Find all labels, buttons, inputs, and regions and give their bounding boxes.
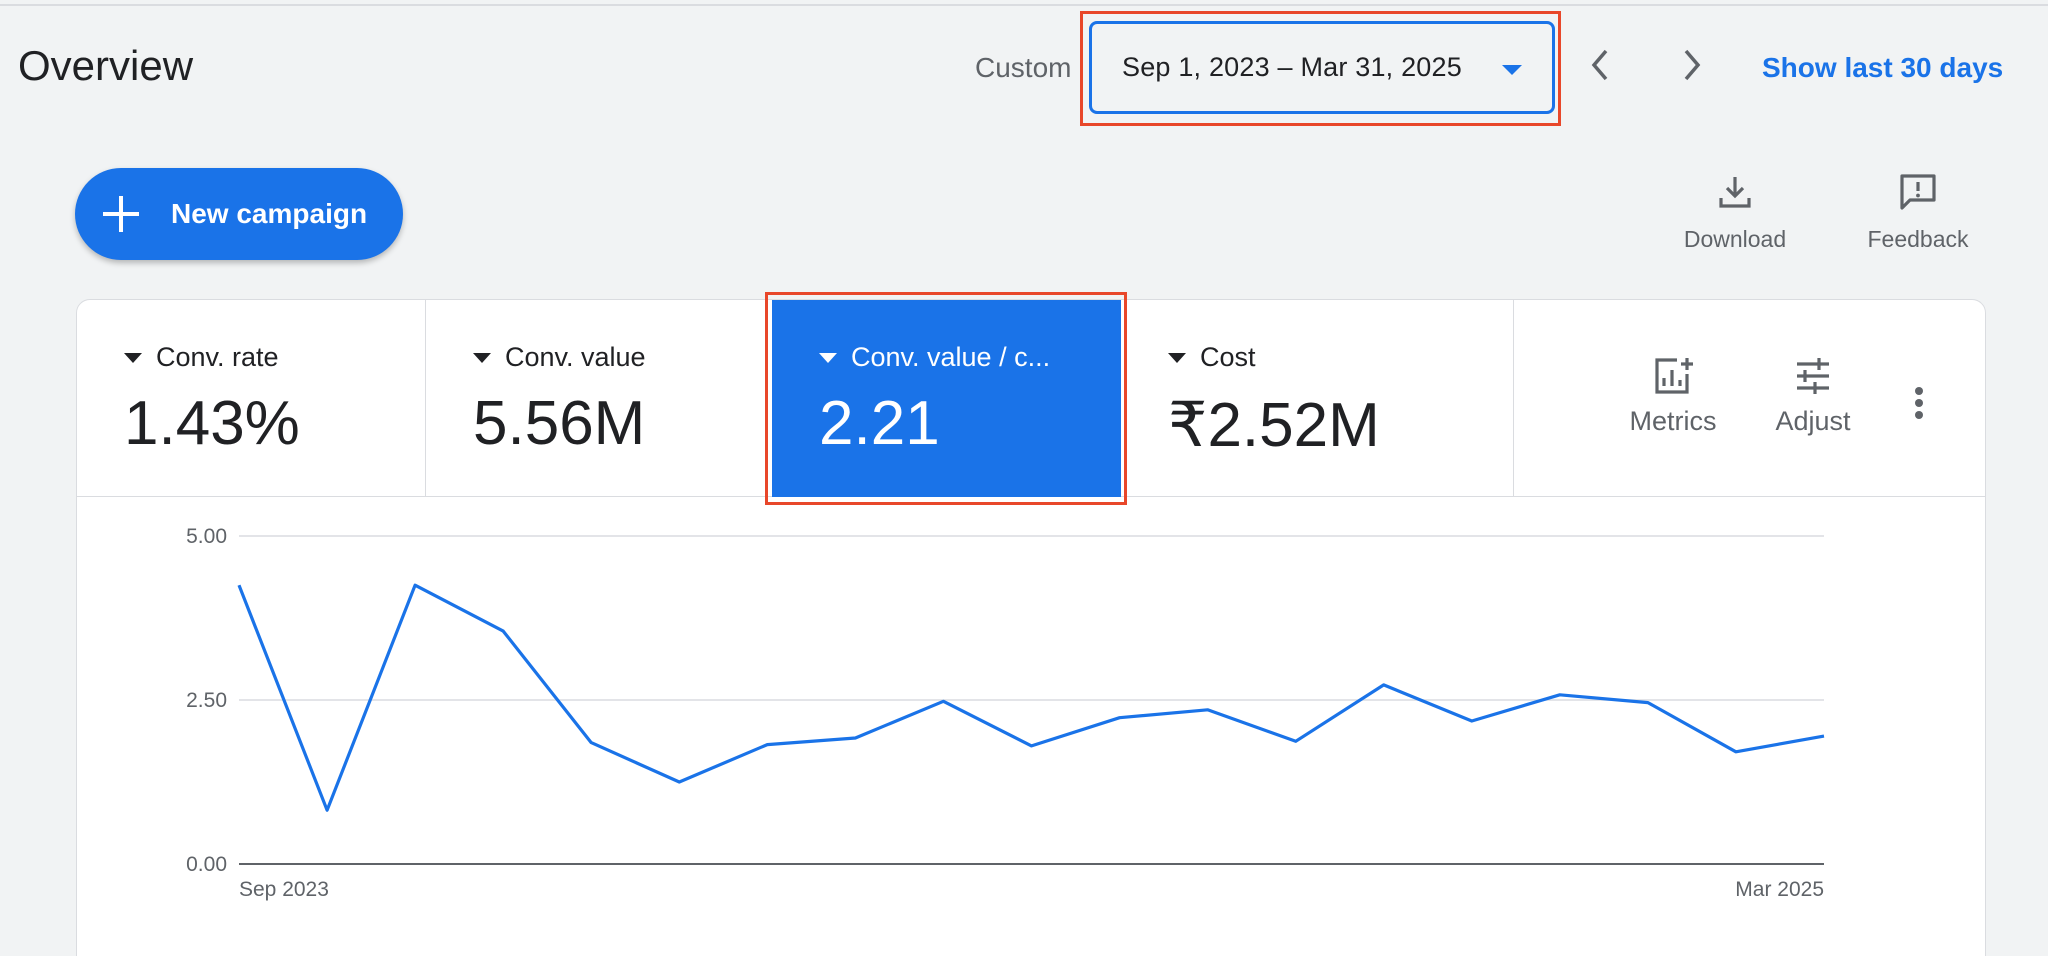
page-title: Overview [18, 42, 194, 89]
feedback-label: Feedback [1867, 226, 1969, 252]
chevron-left-icon [1591, 49, 1608, 81]
feedback-button[interactable]: Feedback [1858, 172, 1978, 253]
metric-tile-cost[interactable]: Cost ₹2.52M [1121, 300, 1514, 497]
new-campaign-button[interactable]: New campaign [75, 168, 403, 260]
metric-name: Conv. rate [156, 342, 279, 372]
y-tick-label: 5.00 [186, 525, 227, 548]
date-range-text: Sep 1, 2023 – Mar 31, 2025 [1122, 52, 1462, 82]
adjust-label: Adjust [1775, 406, 1851, 436]
metric-name: Conv. value [505, 342, 646, 372]
date-range-type-label: Custom [975, 52, 1072, 83]
series-line [237, 583, 1825, 812]
metric-value: ₹2.52M [1168, 391, 1380, 460]
more-options-button[interactable] [1899, 378, 1939, 428]
more-vert-icon [1915, 387, 1923, 419]
metric-dropdown-icon[interactable] [819, 352, 837, 363]
metric-value: 5.56M [473, 389, 646, 458]
new-campaign-label: New campaign [171, 198, 368, 229]
metric-dropdown-icon[interactable] [124, 352, 142, 363]
y-tick-label: 0.00 [186, 853, 227, 876]
metric-dropdown-icon[interactable] [1168, 352, 1186, 363]
next-period-button[interactable] [1672, 40, 1712, 90]
download-button[interactable]: Download [1675, 172, 1795, 253]
adjust-button[interactable]: Adjust [1753, 356, 1873, 437]
top-divider [0, 4, 2048, 6]
adjust-icon [1797, 358, 1829, 394]
metric-tile-conv-value[interactable]: Conv. value 5.56M [426, 300, 772, 497]
metric-dropdown-icon[interactable] [473, 352, 491, 363]
show-last-30-days-link[interactable]: Show last 30 days [1762, 52, 2003, 84]
download-label: Download [1683, 226, 1787, 252]
feedback-icon [1900, 174, 1936, 210]
metric-name: Conv. value / c... [851, 342, 1051, 372]
metrics-icon [1655, 358, 1693, 394]
y-tick-label: 2.50 [186, 689, 227, 712]
chevron-right-icon [1684, 49, 1701, 81]
metric-tile-conv-rate[interactable]: Conv. rate 1.43% [77, 300, 426, 497]
chart-canvas: 5.00 2.50 0.00 Sep 2023 Mar 2025 [186, 525, 1825, 901]
date-range-picker[interactable]: Sep 1, 2023 – Mar 31, 2025 [1089, 21, 1555, 114]
x-tick-label: Sep 2023 [239, 878, 329, 901]
metrics-label: Metrics [1629, 406, 1717, 436]
plus-icon [103, 196, 139, 232]
download-icon [1719, 177, 1751, 208]
previous-period-button[interactable] [1580, 40, 1620, 90]
metrics-button[interactable]: Metrics [1613, 356, 1733, 437]
line-chart: 5.00 2.50 0.00 Sep 2023 Mar 2025 [77, 498, 1985, 956]
metric-value: 1.43% [124, 389, 300, 458]
x-tick-label: Mar 2025 [1735, 878, 1824, 901]
metric-name: Cost [1200, 342, 1256, 372]
metric-value: 2.21 [819, 389, 940, 458]
dropdown-arrow-icon [1502, 65, 1522, 75]
overview-page: Overview Custom Sep 1, 2023 – Mar 31, 20… [0, 0, 2048, 956]
